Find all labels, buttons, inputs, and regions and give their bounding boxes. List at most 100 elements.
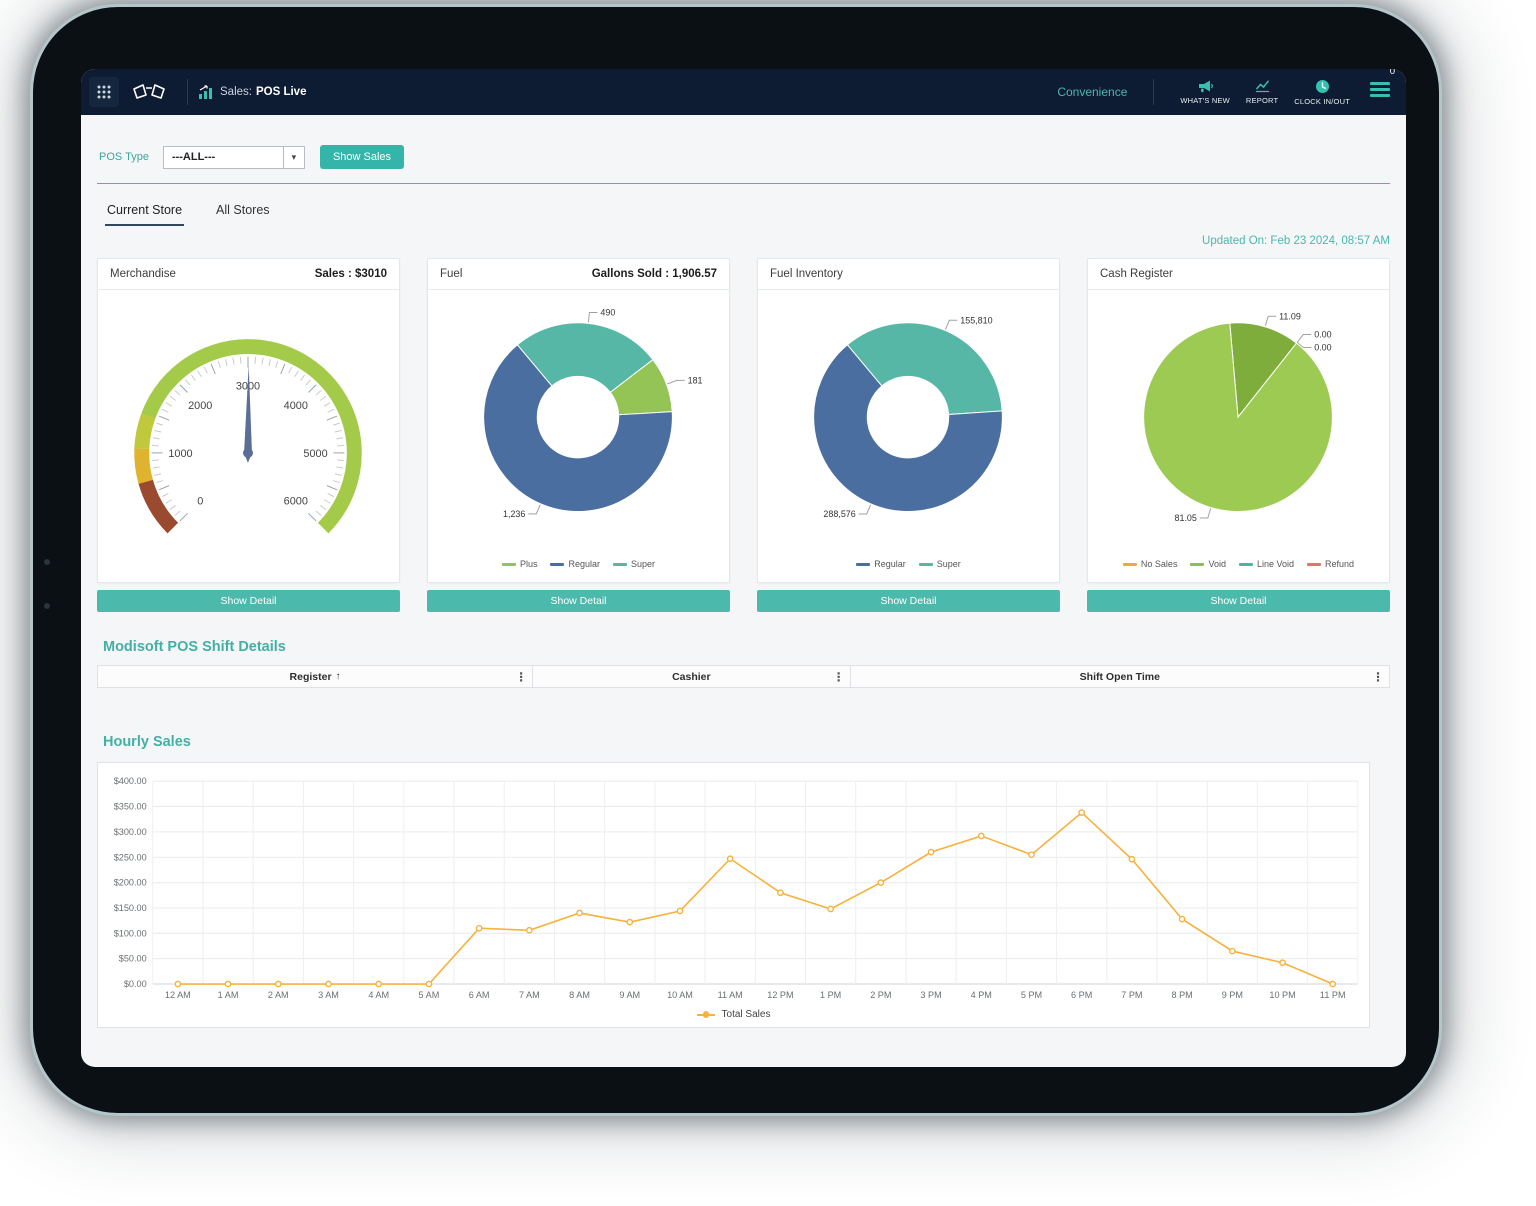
legend-marker bbox=[1190, 563, 1204, 566]
legend-item-refund[interactable]: Refund bbox=[1307, 559, 1354, 569]
legend-marker bbox=[1123, 563, 1137, 566]
hamburger-menu-icon[interactable] bbox=[1370, 79, 1390, 101]
menu-group: 0 bbox=[1370, 79, 1390, 106]
column-shift-open-time[interactable]: Shift Open Time ⋮ bbox=[851, 666, 1389, 687]
column-cashier[interactable]: Cashier ⋮ bbox=[533, 666, 851, 687]
column-menu-icon[interactable]: ⋮ bbox=[1372, 670, 1384, 684]
svg-text:5 AM: 5 AM bbox=[419, 990, 440, 1000]
legend-item-super[interactable]: Super bbox=[613, 559, 655, 569]
svg-text:$100.00: $100.00 bbox=[114, 928, 147, 938]
legend-marker bbox=[856, 563, 870, 566]
fuel-inventory-card-column: Fuel Inventory 155,810288,576 Regular Sup… bbox=[757, 258, 1060, 612]
svg-text:7 PM: 7 PM bbox=[1121, 990, 1142, 1000]
side-button bbox=[44, 603, 50, 609]
page-background: Sales: POS Live Convenience WHAT'S NEW bbox=[0, 0, 1536, 1206]
legend-item-void[interactable]: Void bbox=[1190, 559, 1226, 569]
tab-current-store[interactable]: Current Store bbox=[105, 200, 184, 226]
svg-text:2000: 2000 bbox=[188, 400, 212, 412]
svg-text:11 AM: 11 AM bbox=[718, 990, 743, 1000]
report-icon bbox=[1255, 79, 1270, 93]
report-button[interactable]: REPORT bbox=[1246, 79, 1278, 105]
cash-register-chart-legend: No Sales Void Line Void Refund bbox=[1088, 550, 1389, 578]
fuel-inventory-show-detail-button[interactable]: Show Detail bbox=[757, 590, 1060, 612]
total-sales-legend-marker bbox=[697, 1014, 715, 1016]
show-sales-button[interactable]: Show Sales bbox=[320, 145, 404, 169]
shift-details-table-header: Register ↑ ⋮ Cashier ⋮ Shift Open Time ⋮ bbox=[97, 665, 1390, 688]
sales-chart-icon bbox=[198, 85, 213, 100]
merchandise-gauge-chart: 0100020003000400050006000 bbox=[98, 290, 399, 580]
sort-asc-icon[interactable]: ↑ bbox=[336, 671, 341, 682]
side-button bbox=[44, 559, 50, 565]
fuel-chart-legend: Plus Regular Super bbox=[428, 550, 729, 578]
fuel-card-body: 4901811,236 PlusRegularSuper bbox=[428, 290, 729, 582]
legend-item-no-sales[interactable]: No Sales bbox=[1123, 559, 1178, 569]
merchandise-card: Merchandise Sales : $3010 01000200030004… bbox=[97, 258, 400, 583]
merchandise-card-body: 0100020003000400050006000 bbox=[98, 290, 399, 582]
legend-label: Void bbox=[1208, 559, 1226, 569]
navbar-right: Convenience WHAT'S NEW bbox=[1057, 69, 1406, 115]
svg-text:10 AM: 10 AM bbox=[667, 990, 693, 1000]
svg-text:1,236: 1,236 bbox=[503, 509, 525, 519]
legend-item-regular[interactable]: Regular bbox=[550, 559, 600, 569]
pos-type-select[interactable]: ---ALL--- ▾ bbox=[163, 146, 305, 169]
svg-text:$200.00: $200.00 bbox=[114, 878, 147, 888]
legend-item-line-void[interactable]: Line Void bbox=[1239, 559, 1294, 569]
fuel-inventory-donut-chart: 155,810288,576 bbox=[758, 290, 1059, 550]
column-register-label: Register bbox=[290, 671, 332, 683]
svg-text:4000: 4000 bbox=[284, 400, 308, 412]
apps-grid-icon[interactable] bbox=[89, 77, 119, 107]
card-title: Cash Register bbox=[1100, 268, 1173, 280]
fuel-inventory-card-header: Fuel Inventory bbox=[758, 259, 1059, 290]
svg-text:7 AM: 7 AM bbox=[519, 990, 540, 1000]
legend-marker bbox=[919, 563, 933, 566]
fuel-show-detail-button[interactable]: Show Detail bbox=[427, 590, 730, 612]
fuel-card-column: Fuel Gallons Sold : 1,906.57 4901811,236… bbox=[427, 258, 730, 612]
svg-text:4 AM: 4 AM bbox=[368, 990, 389, 1000]
svg-text:8 AM: 8 AM bbox=[569, 990, 590, 1000]
legend-label: Super bbox=[937, 559, 961, 569]
navbar-left: Sales: POS Live bbox=[81, 69, 306, 115]
legend-item-super[interactable]: Super bbox=[919, 559, 961, 569]
column-register[interactable]: Register ↑ ⋮ bbox=[98, 666, 533, 687]
svg-text:3 AM: 3 AM bbox=[318, 990, 339, 1000]
column-menu-icon[interactable]: ⋮ bbox=[515, 670, 527, 684]
clock-in-out-button[interactable]: CLOCK IN/OUT bbox=[1294, 79, 1350, 106]
card-metric: Gallons Sold : 1,906.57 bbox=[592, 268, 717, 280]
fuel-inventory-card-body: 155,810288,576 Regular Super bbox=[758, 290, 1059, 582]
hourly-sales-legend[interactable]: Total Sales bbox=[102, 1006, 1365, 1025]
legend-marker bbox=[502, 563, 516, 566]
legend-marker bbox=[1239, 563, 1253, 566]
svg-text:12 AM: 12 AM bbox=[165, 990, 191, 1000]
column-menu-icon[interactable]: ⋮ bbox=[833, 670, 845, 684]
merchandise-show-detail-button[interactable]: Show Detail bbox=[97, 590, 400, 612]
legend-label: Line Void bbox=[1257, 559, 1294, 569]
legend-label: Regular bbox=[568, 559, 600, 569]
total-sales-legend-label: Total Sales bbox=[722, 1009, 771, 1020]
chevron-down-icon[interactable]: ▾ bbox=[283, 147, 304, 168]
svg-text:10 PM: 10 PM bbox=[1269, 990, 1295, 1000]
whats-new-button[interactable]: WHAT'S NEW bbox=[1180, 79, 1230, 105]
clock-icon bbox=[1315, 79, 1330, 94]
cash-register-card-column: Cash Register 11.090.000.0081.05 No Sale… bbox=[1087, 258, 1390, 612]
svg-text:0.00: 0.00 bbox=[1314, 342, 1331, 352]
svg-text:1 PM: 1 PM bbox=[820, 990, 841, 1000]
svg-text:11 PM: 11 PM bbox=[1320, 990, 1346, 1000]
svg-text:6000: 6000 bbox=[284, 496, 308, 508]
cash-register-pie-chart: 11.090.000.0081.05 bbox=[1088, 290, 1389, 550]
hourly-sales-heading: Hourly Sales bbox=[103, 734, 1390, 750]
legend-marker bbox=[613, 563, 627, 566]
card-title: Merchandise bbox=[110, 268, 176, 280]
shift-details-heading: Modisoft POS Shift Details bbox=[103, 639, 1390, 655]
legend-item-regular[interactable]: Regular bbox=[856, 559, 906, 569]
svg-text:11.09: 11.09 bbox=[1279, 311, 1301, 321]
store-type-label[interactable]: Convenience bbox=[1057, 85, 1127, 99]
cash-register-show-detail-button[interactable]: Show Detail bbox=[1087, 590, 1390, 612]
tablet-screen: Sales: POS Live Convenience WHAT'S NEW bbox=[81, 69, 1406, 1067]
modisoft-logo-icon[interactable] bbox=[131, 82, 167, 102]
navbar-divider bbox=[1153, 79, 1154, 105]
tab-all-stores[interactable]: All Stores bbox=[214, 200, 272, 226]
legend-item-plus[interactable]: Plus bbox=[502, 559, 538, 569]
svg-text:6 AM: 6 AM bbox=[469, 990, 490, 1000]
updated-on-text: Updated On: Feb 23 2024, 08:57 AM bbox=[97, 235, 1390, 247]
filter-row: POS Type ---ALL--- ▾ Show Sales bbox=[97, 145, 1390, 169]
